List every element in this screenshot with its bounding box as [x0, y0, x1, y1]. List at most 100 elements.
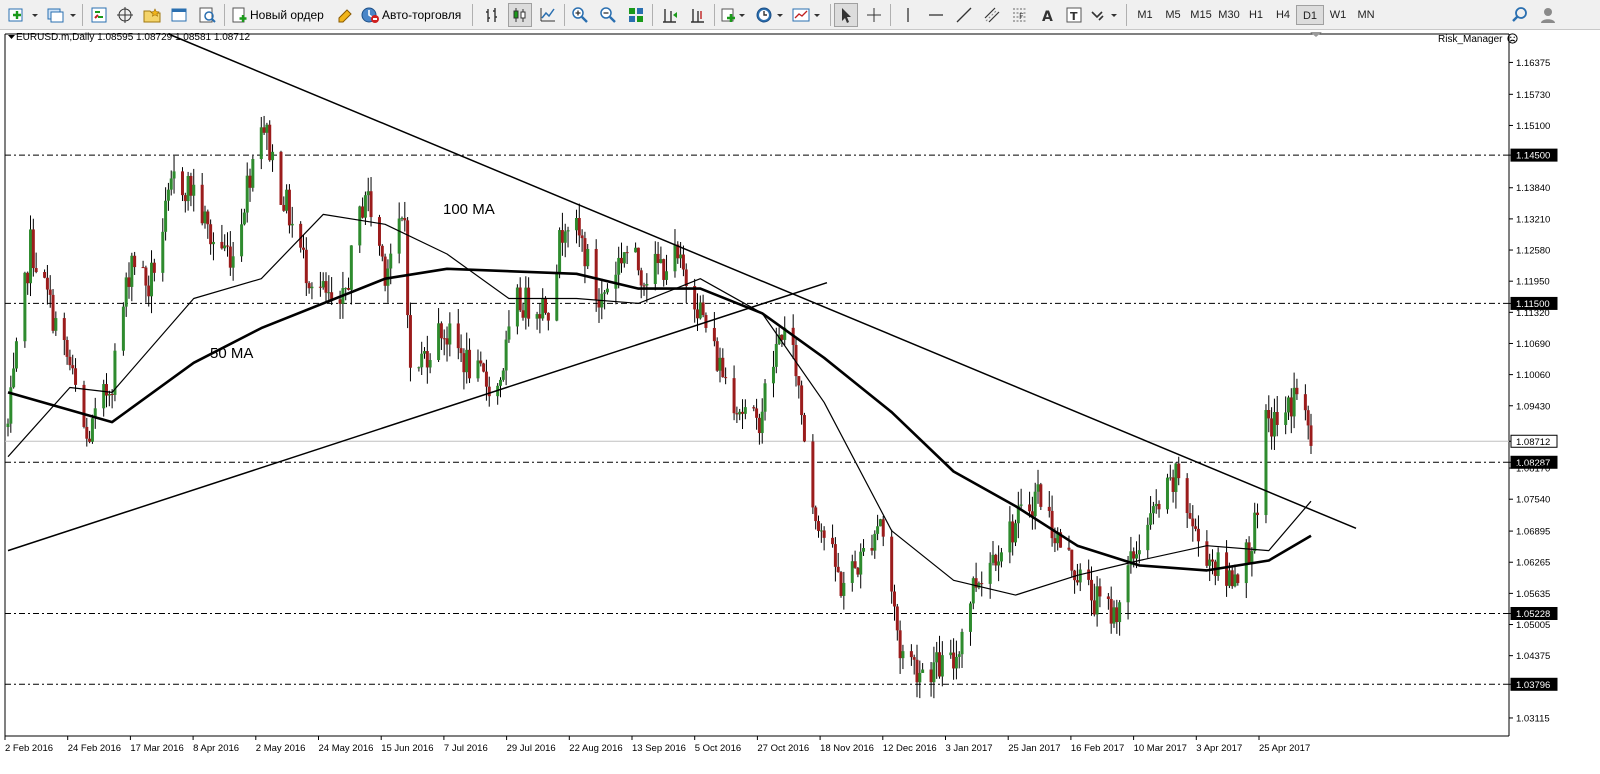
candle-body — [1191, 518, 1195, 527]
timeframe-m1[interactable]: M1 — [1131, 5, 1159, 25]
candle-body — [774, 343, 778, 367]
metaeditor-button[interactable] — [334, 3, 356, 27]
timeframe-d1[interactable]: D1 — [1296, 5, 1324, 25]
candle-body — [279, 151, 283, 205]
arrows-icon — [1091, 11, 1117, 21]
candle-body — [1050, 510, 1054, 539]
candle-body — [259, 127, 263, 160]
crosshair-button[interactable] — [862, 3, 886, 27]
candle-body — [724, 377, 728, 379]
candle-body — [150, 262, 154, 297]
timeframe-w1[interactable]: W1 — [1324, 5, 1352, 25]
search-button[interactable] — [1508, 3, 1532, 27]
auto-trading-button[interactable]: Авто-торговля — [360, 3, 468, 27]
candle-body — [1014, 523, 1018, 543]
price-chart[interactable]: 1.16375 1.15730 1.15100 1.14500 1.13840 1.132… — [0, 30, 1600, 774]
candle — [1216, 547, 1220, 581]
date-label: 2 May 2016 — [256, 743, 306, 754]
templates-button[interactable] — [790, 3, 824, 27]
vertical-line-button[interactable] — [896, 3, 920, 27]
chart-area[interactable]: 1.16375 1.15730 1.15100 1.14500 1.13840 1.132… — [0, 30, 1600, 774]
zoom-in-button[interactable] — [568, 3, 592, 27]
timeframe-mn[interactable]: MN — [1351, 5, 1381, 25]
date-label: 10 Mar 2017 — [1134, 743, 1187, 754]
text-icon: A — [1042, 9, 1053, 24]
market-watch-button[interactable] — [88, 3, 110, 27]
candle-body — [771, 366, 775, 384]
candle-body — [586, 248, 590, 267]
periods-button[interactable] — [754, 3, 788, 27]
new-chart-icon — [8, 8, 38, 22]
candle-body — [918, 672, 922, 683]
date-label: 27 Oct 2016 — [757, 743, 809, 754]
ma50-annotation[interactable]: 50 MA — [210, 345, 253, 362]
candle-body — [65, 339, 69, 357]
equidistant-channel-button[interactable] — [980, 3, 1004, 27]
arrows-button[interactable] — [1088, 3, 1122, 27]
candle-body — [909, 651, 913, 658]
candle-body — [462, 353, 466, 373]
cursor-button[interactable] — [834, 3, 858, 27]
candle-body — [62, 318, 66, 340]
terminal-button[interactable] — [168, 3, 190, 27]
candle-body — [1067, 547, 1071, 550]
candle-body — [144, 267, 148, 286]
svg-text:T: T — [1070, 10, 1078, 23]
candlestick-chart-button[interactable] — [508, 3, 532, 27]
candle-body — [318, 286, 322, 288]
new-order-button[interactable]: Новый ордер — [230, 3, 330, 27]
date-label: 15 Jun 2016 — [381, 743, 433, 754]
candle-body — [839, 572, 843, 596]
expert-advisor-label[interactable]: Risk_Manager — [1438, 33, 1518, 45]
user-icon — [1541, 8, 1555, 23]
data-window-button[interactable] — [114, 3, 136, 27]
candle-body — [949, 652, 953, 656]
chart-header: EURUSD.m,Daily 1.08595 1.08729 1.08581 1… — [8, 32, 250, 43]
search-icon — [1512, 7, 1527, 22]
candle-body — [327, 292, 331, 294]
text-label-button[interactable]: T — [1062, 3, 1086, 27]
timeframe-m15[interactable]: M15 — [1186, 5, 1216, 25]
candle-body — [842, 582, 846, 596]
candle-body — [1174, 463, 1178, 492]
candle-body — [870, 548, 874, 551]
line-chart-button[interactable] — [536, 3, 560, 27]
candle-body — [558, 230, 562, 273]
auto-scroll-button[interactable] — [658, 3, 682, 27]
timeframe-m30[interactable]: M30 — [1214, 5, 1244, 25]
candle-body — [817, 521, 821, 531]
price-label: 1.11950 — [1516, 277, 1550, 288]
chart-shift-button[interactable] — [686, 3, 710, 27]
timeframe-h1[interactable]: H1 — [1242, 5, 1270, 25]
tile-windows-button[interactable] — [624, 3, 648, 27]
new-chart-button[interactable] — [6, 3, 42, 27]
bar-chart-button[interactable] — [480, 3, 504, 27]
price-label: 1.13840 — [1516, 183, 1550, 194]
horizontal-line-button[interactable] — [924, 3, 948, 27]
fibonacci-button[interactable]: F — [1008, 3, 1032, 27]
timeframe-h4[interactable]: H4 — [1269, 5, 1297, 25]
candle-body — [301, 247, 305, 250]
ma100-annotation[interactable]: 100 MA — [443, 201, 495, 218]
candle-body — [211, 241, 215, 245]
candle — [811, 434, 815, 514]
candle — [383, 253, 387, 292]
svg-text:A: A — [1042, 9, 1053, 24]
candle-body — [679, 254, 683, 259]
indicators-button[interactable] — [718, 3, 748, 27]
candle — [406, 217, 410, 329]
trendline-button[interactable] — [952, 3, 976, 27]
profiles-button[interactable] — [44, 3, 80, 27]
price-label: 1.09430 — [1516, 401, 1550, 412]
candle-body — [721, 357, 725, 378]
strategy-tester-button[interactable] — [196, 3, 218, 27]
price-label: 1.06265 — [1516, 558, 1550, 569]
text-button[interactable]: A — [1036, 3, 1060, 27]
user-button[interactable] — [1536, 3, 1560, 27]
navigator-button[interactable] — [140, 3, 164, 27]
folder-star-icon — [143, 8, 161, 23]
date-label: 16 Feb 2017 — [1071, 743, 1124, 754]
candle-body — [1118, 602, 1122, 623]
timeframe-m5[interactable]: M5 — [1159, 5, 1187, 25]
zoom-out-button[interactable] — [596, 3, 620, 27]
